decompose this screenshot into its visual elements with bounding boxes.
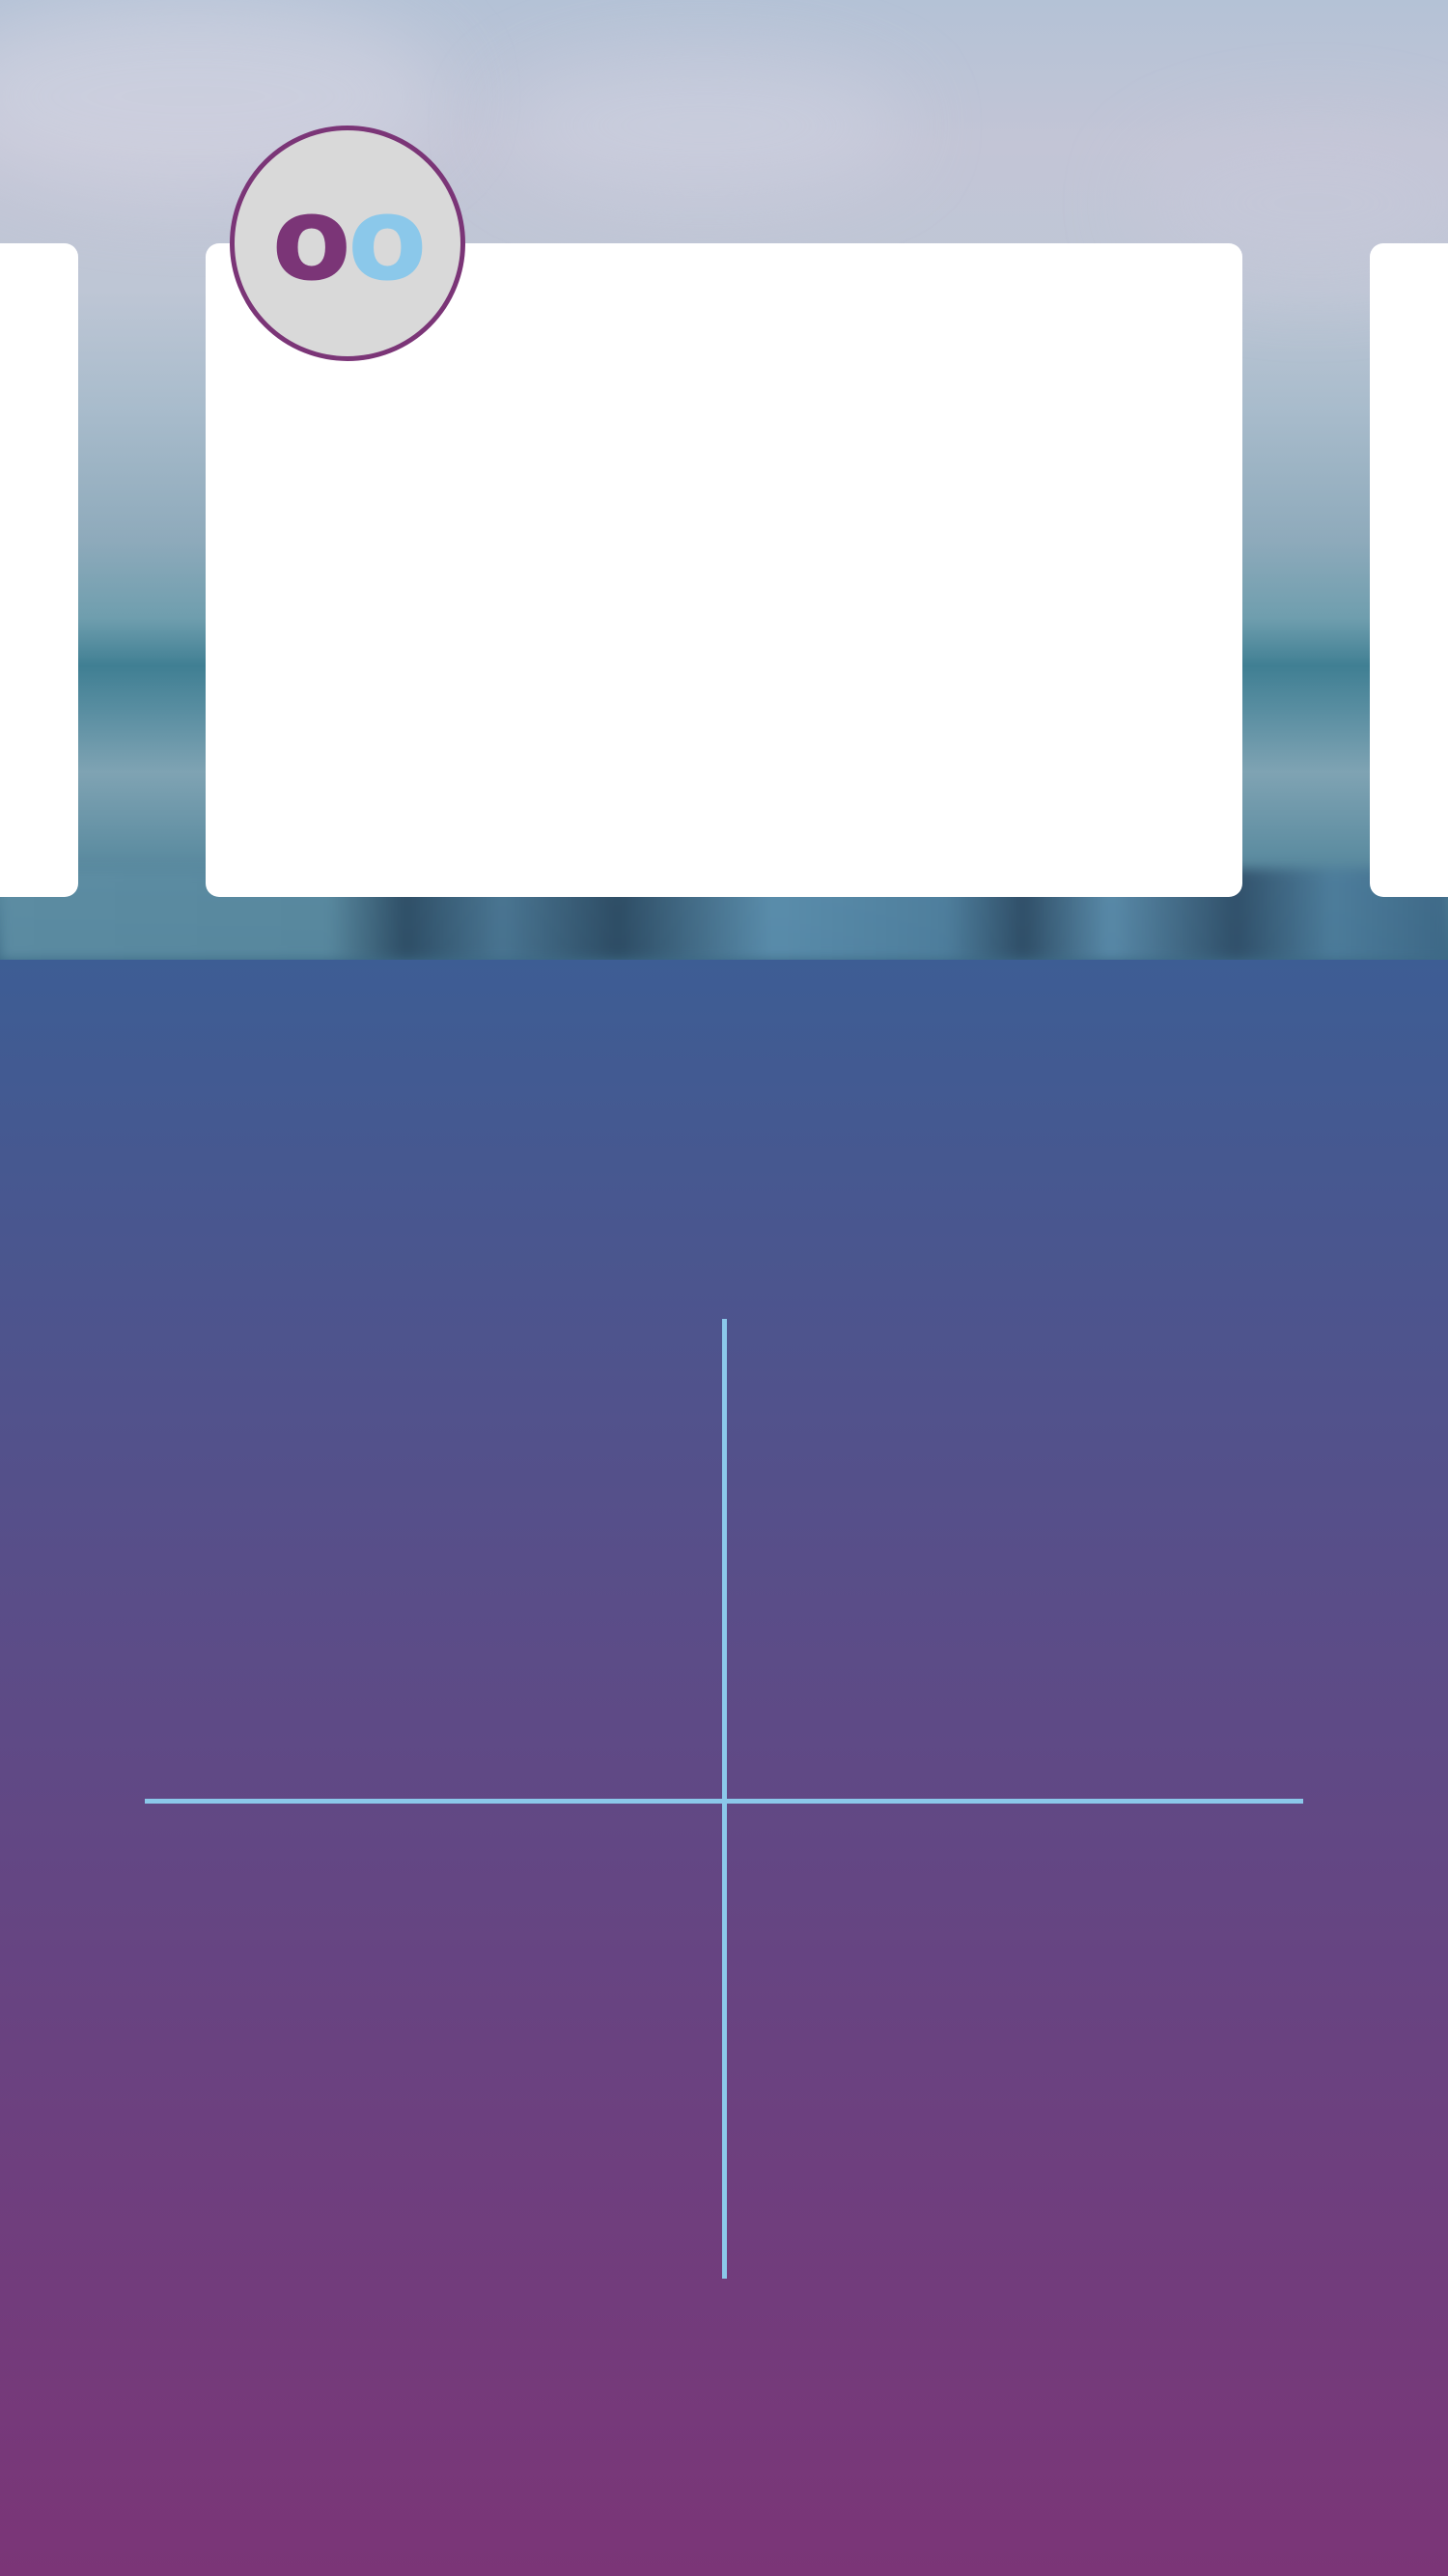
logo-avatar: o o: [230, 126, 465, 361]
carousel-card-previous[interactable]: [0, 243, 78, 897]
logo-letter-o-blue: o: [348, 173, 427, 307]
crosshair-horizontal-line: [145, 1799, 1303, 1804]
carousel-card-next[interactable]: [1370, 243, 1448, 897]
logo-letter-o-purple: o: [271, 173, 351, 307]
cloud: [502, 58, 907, 193]
